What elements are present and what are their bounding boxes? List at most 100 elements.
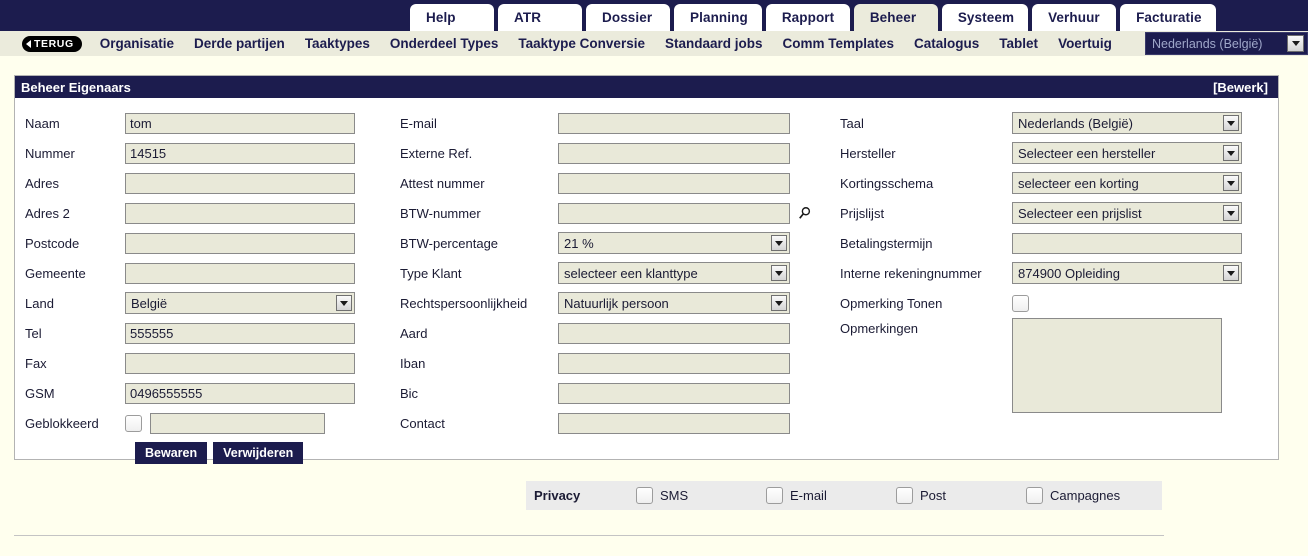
checkbox-geblokkeerd[interactable] [125, 414, 142, 432]
chevron-down-icon [1223, 265, 1239, 281]
magnifier-icon[interactable] [798, 205, 812, 221]
input-geblokkeerd-reason[interactable] [150, 412, 325, 434]
form-column-left: Naam Nummer Adres Adres 2 Postcode Gemee [15, 108, 400, 464]
chevron-down-icon [1287, 35, 1304, 52]
textarea-opmerkingen[interactable] [1012, 318, 1222, 413]
tab-systeem[interactable]: Systeem [941, 4, 1029, 31]
form-columns: Naam Nummer Adres Adres 2 Postcode Gemee [15, 98, 1278, 464]
submenu-item-derde-partijen[interactable]: Derde partijen [194, 36, 285, 51]
tab-verhuur[interactable]: Verhuur [1032, 4, 1117, 31]
field-row-gemeente: Gemeente [25, 258, 400, 288]
field-row-tel: Tel [25, 318, 400, 348]
tab-planning[interactable]: Planning [674, 4, 762, 31]
input-btw-nummer[interactable] [558, 202, 790, 224]
input-adres[interactable] [125, 172, 355, 194]
checkbox-opmerking-tonen[interactable] [1012, 294, 1029, 312]
edit-link[interactable]: [Bewerk] [1213, 80, 1268, 95]
input-tel[interactable] [125, 322, 355, 344]
field-row-btw-percentage: BTW-percentage 21 % [400, 228, 840, 258]
checkbox-sms[interactable] [636, 487, 653, 504]
tab-beheer[interactable]: Beheer [853, 4, 938, 31]
select-btw-percentage[interactable]: 21 % [558, 232, 790, 254]
select-kortingsschema[interactable]: selecteer een korting [1012, 172, 1242, 194]
submenu-item-tablet[interactable]: Tablet [999, 36, 1038, 51]
tab-facturatie[interactable]: Facturatie [1120, 4, 1216, 31]
privacy-option-campagnes[interactable]: Campagnes [1026, 487, 1156, 504]
select-land[interactable]: België [125, 292, 355, 314]
field-row-contact: Contact [400, 408, 840, 438]
language-select[interactable]: Nederlands (België) [1145, 32, 1308, 55]
submenu-item-voertuig[interactable]: Voertuig [1058, 36, 1112, 51]
save-button[interactable]: Bewaren [135, 442, 208, 464]
field-row-kortingsschema: Kortingsschema selecteer een korting [840, 168, 1270, 198]
form-column-middle: E-mail Externe Ref. Attest nummer BTW-nu… [400, 108, 840, 464]
input-bic[interactable] [558, 382, 790, 404]
submenu-item-organisatie[interactable]: Organisatie [100, 36, 174, 51]
privacy-option-sms[interactable]: SMS [636, 487, 766, 504]
tab-rapport[interactable]: Rapport [765, 4, 850, 31]
sub-menu-bar: TERUG Organisatie Derde partijen Taaktyp… [0, 31, 1308, 56]
field-row-adres: Adres [25, 168, 400, 198]
submenu-item-taaktype-conversie[interactable]: Taaktype Conversie [518, 36, 645, 51]
field-row-type-klant: Type Klant selecteer een klanttype [400, 258, 840, 288]
chevron-down-icon [1223, 205, 1239, 221]
select-hersteller-value: Selecteer een hersteller [1018, 145, 1156, 161]
label-attest-nummer: Attest nummer [400, 175, 485, 191]
input-email[interactable] [558, 112, 790, 134]
submenu-item-comm-templates[interactable]: Comm Templates [783, 36, 895, 51]
input-externe-ref[interactable] [558, 142, 790, 164]
input-contact[interactable] [558, 412, 790, 434]
input-gsm[interactable] [125, 382, 355, 404]
label-hersteller: Hersteller [840, 145, 896, 161]
checkbox-email[interactable] [766, 487, 783, 504]
field-row-taal: Taal Nederlands (België) [840, 108, 1270, 138]
input-adres2[interactable] [125, 202, 355, 224]
label-fax: Fax [25, 355, 47, 371]
label-prijslijst: Prijslijst [840, 205, 885, 221]
back-button[interactable]: TERUG [22, 35, 82, 52]
field-row-btw-nummer: BTW-nummer [400, 198, 840, 228]
chevron-down-icon [771, 265, 787, 281]
label-kortingsschema: Kortingsschema [840, 175, 934, 191]
field-row-gsm: GSM [25, 378, 400, 408]
input-attest-nummer[interactable] [558, 172, 790, 194]
input-aard[interactable] [558, 322, 790, 344]
tab-atr[interactable]: ATR [498, 4, 582, 31]
input-fax[interactable] [125, 352, 355, 374]
checkbox-campagnes[interactable] [1026, 487, 1043, 504]
input-betalingstermijn[interactable] [1012, 232, 1242, 254]
privacy-option-email[interactable]: E-mail [766, 487, 896, 504]
delete-button[interactable]: Verwijderen [213, 442, 304, 464]
tab-help[interactable]: Help [410, 4, 494, 31]
field-row-opmerking-tonen: Opmerking Tonen [840, 288, 1270, 318]
input-iban[interactable] [558, 352, 790, 374]
select-type-klant[interactable]: selecteer een klanttype [558, 262, 790, 284]
submenu-item-standaard-jobs[interactable]: Standaard jobs [665, 36, 763, 51]
input-gemeente[interactable] [125, 262, 355, 284]
field-row-prijslijst: Prijslijst Selecteer een prijslist [840, 198, 1270, 228]
select-rechtspersoonlijkheid[interactable]: Natuurlijk persoon [558, 292, 790, 314]
select-hersteller[interactable]: Selecteer een hersteller [1012, 142, 1242, 164]
select-prijslijst[interactable]: Selecteer een prijslist [1012, 202, 1242, 224]
submenu-item-onderdeel-types[interactable]: Onderdeel Types [390, 36, 499, 51]
input-nummer[interactable] [125, 142, 355, 164]
input-naam[interactable] [125, 112, 355, 134]
select-land-value: België [131, 295, 168, 311]
label-tel: Tel [25, 325, 42, 341]
input-postcode[interactable] [125, 232, 355, 254]
label-externe-ref: Externe Ref. [400, 145, 473, 161]
submenu-item-catalogus[interactable]: Catalogus [914, 36, 979, 51]
field-row-attest-nummer: Attest nummer [400, 168, 840, 198]
label-taal: Taal [840, 115, 864, 131]
select-interne-rekeningnummer[interactable]: 874900 Opleiding [1012, 262, 1242, 284]
privacy-option-post[interactable]: Post [896, 487, 1026, 504]
select-taal-value: Nederlands (België) [1018, 115, 1133, 131]
tab-dossier[interactable]: Dossier [586, 4, 670, 31]
privacy-option-email-label: E-mail [790, 488, 827, 503]
select-kortingsschema-value: selecteer een korting [1018, 175, 1139, 191]
owner-management-panel: Beheer Eigenaars [Bewerk] Naam Nummer Ad… [14, 75, 1279, 464]
submenu-item-taaktypes[interactable]: Taaktypes [305, 36, 370, 51]
select-taal[interactable]: Nederlands (België) [1012, 112, 1242, 134]
checkbox-post[interactable] [896, 487, 913, 504]
label-adres: Adres [25, 175, 59, 191]
